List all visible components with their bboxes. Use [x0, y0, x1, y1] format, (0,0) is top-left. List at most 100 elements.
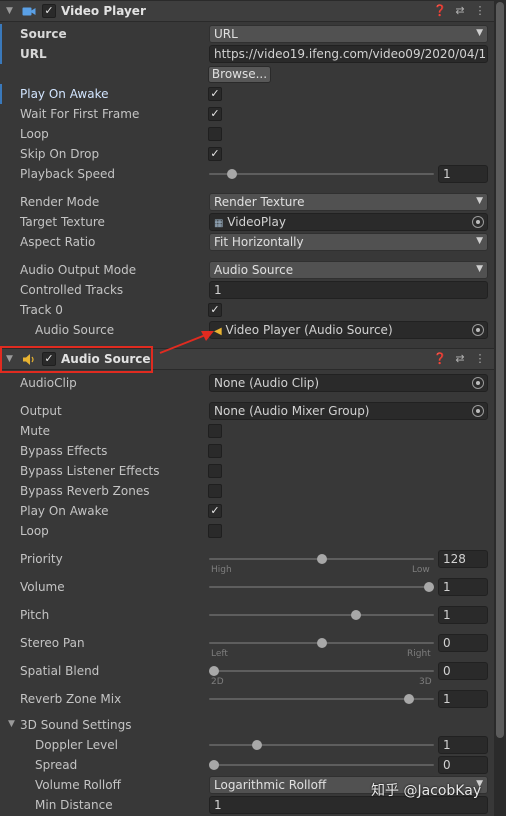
doppler-level-value: 1 [443, 738, 451, 752]
track-audio-source-field[interactable]: ◀ Video Player (Audio Source) [209, 321, 488, 339]
spatial-blend-slider-handle[interactable] [209, 666, 219, 676]
audio-clip-value: None (Audio Clip) [214, 376, 320, 390]
pitch-input[interactable]: 1 [438, 606, 488, 624]
object-picker-icon[interactable] [472, 405, 484, 417]
render-mode-value: Render Texture [214, 195, 305, 209]
reverb-zone-mix-slider[interactable] [209, 698, 434, 700]
priority-input[interactable]: 128 [438, 550, 488, 568]
browse-button[interactable]: Browse... [208, 66, 271, 83]
stereo-pan-min-label: Left [211, 649, 228, 659]
track-audio-source-row: Audio Source ◀ Video Player (Audio Sourc… [0, 320, 494, 340]
kebab-menu-icon[interactable]: ⋮ [473, 351, 487, 367]
controlled-tracks-input[interactable]: 1 [209, 281, 488, 299]
doppler-level-input[interactable]: 1 [438, 736, 488, 754]
doppler-level-row: Doppler Level 1 [0, 735, 494, 755]
scrollbar-thumb[interactable] [496, 2, 504, 738]
reverb-zone-mix-input[interactable]: 1 [438, 690, 488, 708]
presets-icon[interactable]: ⇄ [453, 3, 467, 19]
reverb-zone-mix-row: Reverb Zone Mix 1 [0, 689, 494, 709]
pitch-slider[interactable] [209, 614, 434, 616]
priority-slider-handle[interactable] [316, 554, 327, 564]
object-picker-icon[interactable] [472, 216, 484, 228]
doppler-level-slider[interactable] [209, 744, 434, 746]
video-player-header[interactable]: ▼ ✓ Video Player ❓ ⇄ ⋮ [0, 0, 494, 22]
sound-settings-foldout[interactable]: ▼ 3D Sound Settings [0, 715, 494, 735]
track0-checkbox[interactable]: ✓ [208, 303, 222, 317]
bypass-effects-label: Bypass Effects [20, 444, 108, 458]
audio-clip-row: AudioClip None (Audio Clip) [0, 373, 494, 393]
presets-icon[interactable]: ⇄ [453, 351, 467, 367]
audio-output-mode-row: Audio Output Mode Audio Source ▼ [0, 260, 494, 280]
skip-on-drop-row: Skip On Drop ✓ [0, 144, 494, 164]
spread-row: Spread 0 [0, 755, 494, 775]
render-mode-dropdown[interactable]: Render Texture ▼ [209, 193, 488, 211]
reverb-zone-mix-slider-handle[interactable] [404, 694, 415, 704]
source-dropdown[interactable]: URL ▼ [209, 25, 488, 43]
output-field[interactable]: None (Audio Mixer Group) [209, 402, 488, 420]
audio-clip-field[interactable]: None (Audio Clip) [209, 374, 488, 392]
bypass-reverb-label: Bypass Reverb Zones [20, 484, 150, 498]
foldout-arrow-icon[interactable]: ▼ [8, 719, 15, 729]
stereo-pan-slider-handle[interactable] [316, 638, 327, 648]
volume-value: 1 [443, 580, 451, 594]
chevron-down-icon: ▼ [476, 196, 483, 206]
url-field[interactable]: https://video19.ifeng.com/video09/2020/0… [209, 45, 488, 63]
target-texture-value: VideoPlay [227, 215, 286, 229]
spread-input[interactable]: 0 [438, 756, 488, 774]
spread-label: Spread [35, 758, 78, 772]
video-player-enable-checkbox[interactable]: ✓ [42, 4, 56, 18]
as-loop-checkbox[interactable] [208, 524, 222, 538]
volume-row: Volume 1 [0, 577, 494, 597]
audio-output-mode-dropdown[interactable]: Audio Source ▼ [209, 261, 488, 279]
override-indicator [0, 44, 2, 64]
volume-slider-handle[interactable] [424, 582, 434, 592]
doppler-level-slider-handle[interactable] [252, 740, 262, 750]
play-on-awake-label: Play On Awake [20, 87, 109, 101]
help-icon[interactable]: ❓ [433, 351, 447, 367]
source-row: Source URL ▼ [0, 24, 494, 44]
kebab-menu-icon[interactable]: ⋮ [473, 3, 487, 19]
target-texture-label: Target Texture [20, 215, 105, 229]
aspect-ratio-dropdown[interactable]: Fit Horizontally ▼ [209, 233, 488, 251]
track0-row: Track 0 ✓ [0, 300, 494, 320]
loop-checkbox[interactable] [208, 127, 222, 141]
volume-input[interactable]: 1 [438, 578, 488, 596]
spread-slider-handle[interactable] [209, 760, 219, 770]
spatial-blend-min-label: 2D [211, 677, 224, 687]
priority-label: Priority [20, 552, 63, 566]
as-play-on-awake-label: Play On Awake [20, 504, 109, 518]
bypass-reverb-checkbox[interactable] [208, 484, 222, 498]
wait-first-frame-row: Wait For First Frame ✓ [0, 104, 494, 124]
playback-speed-slider-handle[interactable] [226, 169, 237, 179]
audio-clip-label: AudioClip [20, 376, 77, 390]
playback-speed-input[interactable]: 1 [438, 165, 488, 183]
skip-on-drop-checkbox[interactable]: ✓ [208, 147, 222, 161]
playback-speed-slider[interactable] [209, 173, 434, 175]
as-play-on-awake-checkbox[interactable]: ✓ [208, 504, 222, 518]
target-texture-field[interactable]: ▦ VideoPlay [209, 213, 488, 231]
bypass-listener-checkbox[interactable] [208, 464, 222, 478]
url-label: URL [20, 47, 47, 61]
bypass-effects-row: Bypass Effects [0, 441, 494, 461]
foldout-arrow-icon[interactable]: ▼ [6, 6, 13, 16]
spatial-blend-input[interactable]: 0 [438, 662, 488, 680]
spread-slider[interactable] [209, 764, 434, 766]
pitch-slider-handle[interactable] [351, 610, 362, 620]
chevron-down-icon: ▼ [476, 236, 483, 246]
priority-value: 128 [443, 552, 466, 566]
mute-checkbox[interactable] [208, 424, 222, 438]
scrollbar[interactable] [494, 0, 506, 816]
as-loop-label: Loop [20, 524, 49, 538]
sound-settings-label: 3D Sound Settings [20, 718, 132, 732]
wait-first-frame-checkbox[interactable]: ✓ [208, 107, 222, 121]
volume-slider[interactable] [209, 586, 434, 588]
object-picker-icon[interactable] [472, 324, 484, 336]
play-on-awake-checkbox[interactable]: ✓ [208, 87, 222, 101]
object-picker-icon[interactable] [472, 377, 484, 389]
play-on-awake-row: Play On Awake ✓ [0, 84, 494, 104]
help-icon[interactable]: ❓ [433, 3, 447, 19]
stereo-pan-input[interactable]: 0 [438, 634, 488, 652]
spatial-blend-slider[interactable] [209, 670, 434, 672]
bypass-reverb-row: Bypass Reverb Zones [0, 481, 494, 501]
bypass-effects-checkbox[interactable] [208, 444, 222, 458]
